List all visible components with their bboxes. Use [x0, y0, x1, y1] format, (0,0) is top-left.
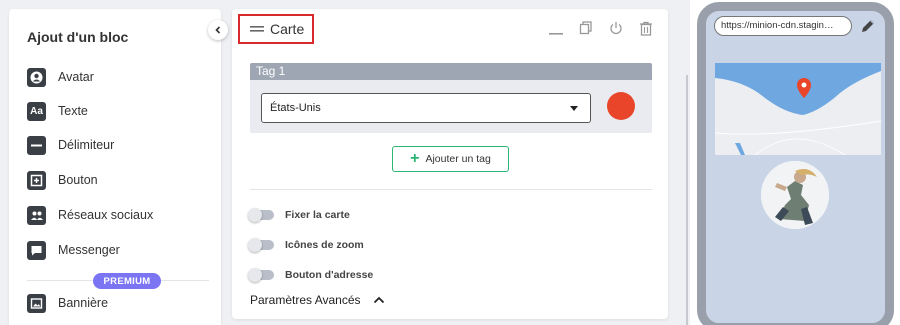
zoom-icons-toggle[interactable] [248, 238, 274, 252]
panel-divider [250, 189, 652, 190]
sidebar-item-banner[interactable]: Bannière [27, 292, 108, 314]
avatar-preview[interactable] [761, 161, 829, 229]
trash-icon[interactable] [638, 20, 654, 36]
advanced-settings-label: Paramètres Avancés [250, 293, 361, 307]
panel-title: Carte [270, 21, 305, 37]
sidebar-item-text[interactable]: Aa Texte [27, 100, 88, 122]
chevron-up-icon [373, 296, 384, 304]
map-preview[interactable] [715, 63, 881, 155]
fix-map-toggle[interactable] [248, 208, 274, 222]
advanced-settings-toggle[interactable]: Paramètres Avancés [250, 293, 385, 307]
country-select-value: États-Unis [270, 102, 321, 114]
social-networks-icon [27, 205, 46, 225]
block-sidebar: Ajout d'un bloc Avatar Aa Texte Délimite… [9, 9, 221, 325]
sidebar-item-label: Réseaux sociaux [58, 208, 154, 222]
toggle-row-address-button: Bouton d'adresse [248, 267, 374, 283]
add-tag-label: Ajouter un tag [425, 153, 491, 165]
collapse-sidebar-button[interactable] [208, 20, 228, 40]
chevron-left-icon [215, 26, 221, 34]
duplicate-icon[interactable] [578, 20, 594, 36]
sidebar-item-label: Bouton [58, 173, 98, 187]
sidebar-item-divider[interactable]: Délimiteur [27, 134, 114, 156]
pencil-icon[interactable] [860, 18, 876, 34]
sidebar-item-label: Bannière [58, 296, 109, 310]
plus-icon: + [410, 150, 420, 167]
panel-actions [548, 20, 654, 36]
sidebar-item-label: Avatar [58, 70, 94, 84]
messenger-icon [27, 240, 46, 260]
tag-card: Tag 1 États-Unis [250, 63, 652, 133]
sidebar-item-button[interactable]: Bouton [27, 169, 98, 191]
text-icon: Aa [27, 101, 46, 121]
button-icon [27, 170, 46, 190]
premium-badge: PREMIUM [93, 273, 161, 289]
sidebar-item-label: Texte [58, 104, 88, 118]
divider-icon [27, 135, 46, 155]
preview-separator [686, 75, 688, 325]
add-tag-button[interactable]: + Ajouter un tag [392, 146, 509, 172]
avatar-image [761, 161, 829, 229]
preview-url[interactable]: https://minion-cdn.stagin… [714, 16, 852, 36]
toggle-row-fix-map: Fixer la carte [248, 207, 350, 223]
country-select[interactable]: États-Unis [261, 93, 591, 123]
sidebar-item-avatar[interactable]: Avatar [27, 66, 94, 88]
drag-handle-icon[interactable] [250, 25, 264, 33]
minimize-icon[interactable] [548, 20, 564, 36]
panel-header[interactable]: Carte [238, 14, 314, 44]
toggle-label: Bouton d'adresse [285, 269, 374, 281]
phone-preview: https://minion-cdn.stagin… [697, 2, 894, 325]
toggle-label: Fixer la carte [285, 209, 350, 221]
map-block-panel: Carte Tag 1 États-Unis + Ajouter un tag … [232, 9, 668, 319]
caret-down-icon [570, 106, 578, 111]
power-icon[interactable] [608, 20, 624, 36]
sidebar-item-messenger[interactable]: Messenger [27, 239, 120, 261]
sidebar-title: Ajout d'un bloc [27, 29, 129, 45]
tag-color-picker[interactable] [607, 92, 635, 120]
address-button-toggle[interactable] [248, 268, 274, 282]
sidebar-item-label: Délimiteur [58, 138, 115, 152]
avatar-icon [27, 67, 46, 87]
toggle-row-zoom-icons: Icônes de zoom [248, 237, 364, 253]
tag-header: Tag 1 [250, 63, 652, 80]
banner-icon [27, 293, 46, 313]
sidebar-item-social-networks[interactable]: Réseaux sociaux [27, 204, 153, 226]
toggle-label: Icônes de zoom [285, 239, 364, 251]
map-image [715, 63, 881, 155]
sidebar-item-label: Messenger [58, 243, 120, 257]
